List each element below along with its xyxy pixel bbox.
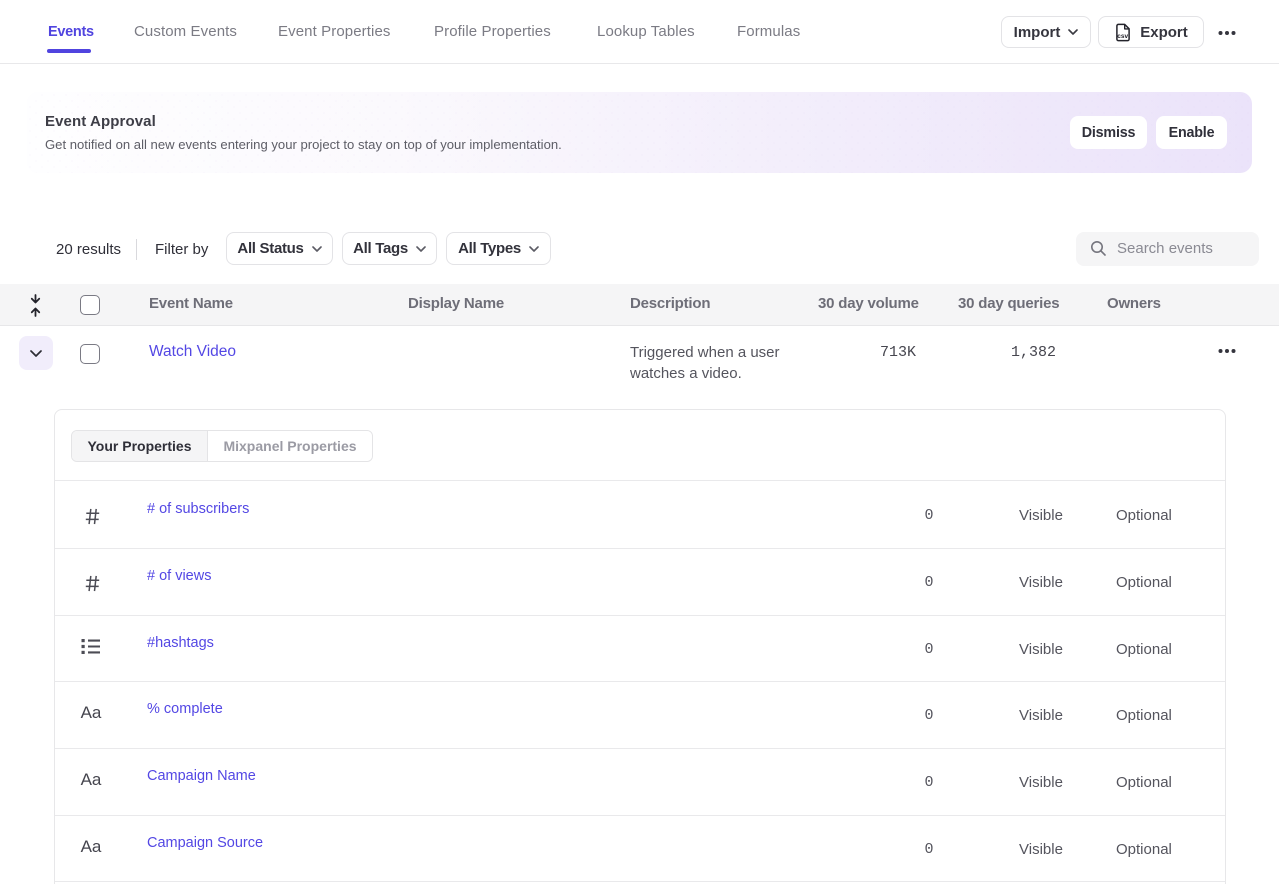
svg-text:csv: csv	[1118, 32, 1129, 39]
